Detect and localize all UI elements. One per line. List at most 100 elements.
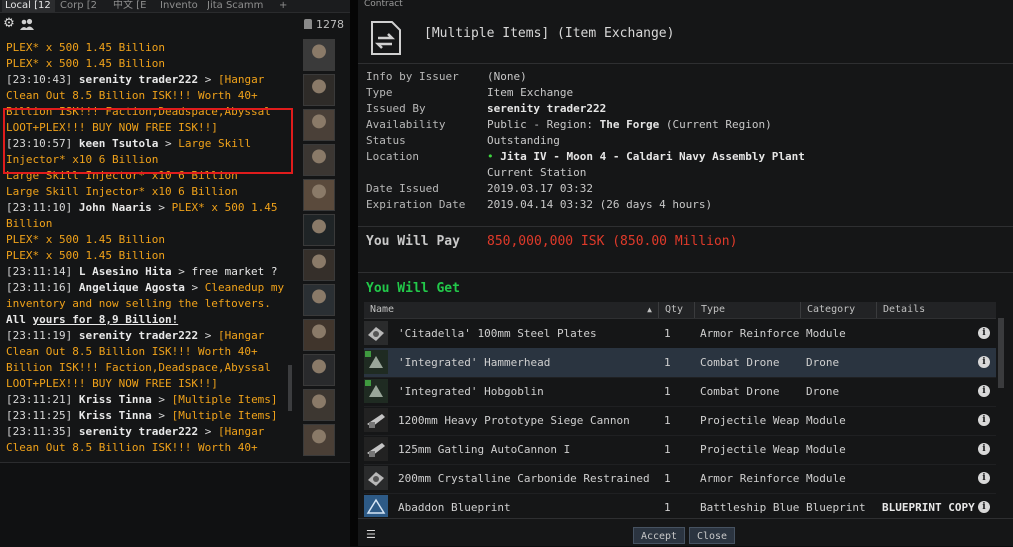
avatar[interactable] bbox=[303, 179, 335, 211]
info-icon[interactable]: i bbox=[978, 385, 990, 397]
accept-button[interactable]: Accept bbox=[633, 527, 685, 544]
pay-label: You Will Pay bbox=[366, 234, 460, 249]
chat-message: PLEX* x 500 1.45 Billion bbox=[6, 248, 292, 264]
info-icon[interactable]: i bbox=[978, 327, 990, 339]
issuer-link[interactable]: serenity trader222 bbox=[487, 101, 606, 117]
chat-message: PLEX* x 500 1.45 Billion bbox=[6, 56, 292, 72]
header-divider bbox=[358, 63, 1013, 64]
chat-sender[interactable]: L Asesino Hita bbox=[79, 265, 172, 278]
pay-divider bbox=[358, 226, 1013, 227]
avatar[interactable] bbox=[303, 284, 335, 316]
cannon-icon bbox=[364, 408, 388, 432]
chat-link[interactable]: PLEX* x 500 1.45 Billion bbox=[6, 57, 165, 70]
tab-add-button[interactable]: + bbox=[279, 0, 289, 12]
col-type[interactable]: Type bbox=[694, 302, 800, 318]
col-qty[interactable]: Qty bbox=[658, 302, 694, 318]
table-row[interactable]: 1200mm Heavy Prototype Siege Cannon 1 Proj… bbox=[364, 406, 996, 436]
location-link[interactable]: Jita IV - Moon 4 - Caldari Navy Assembly… bbox=[500, 150, 805, 163]
chat-sender[interactable]: Angelique Agosta bbox=[79, 281, 185, 294]
info-icon[interactable]: i bbox=[978, 443, 990, 455]
item-details bbox=[882, 319, 992, 348]
chat-link[interactable]: [Multiple Items] bbox=[172, 409, 278, 422]
chat-timestamp: > bbox=[171, 265, 192, 278]
close-button[interactable]: Close bbox=[689, 527, 735, 544]
info-icon[interactable]: i bbox=[978, 472, 990, 484]
chat-link[interactable]: PLEX* x 500 1.45 Billion bbox=[6, 41, 165, 54]
location-label: Location bbox=[366, 150, 419, 163]
footer-divider bbox=[358, 518, 1013, 519]
item-category: Module bbox=[806, 327, 846, 340]
chat-sender[interactable]: Kriss Tinna bbox=[79, 409, 152, 422]
table-row[interactable]: 'Citadella' 100mm Steel Plates 1 Armor Rei… bbox=[364, 319, 996, 349]
chat-sender[interactable]: John Naaris bbox=[79, 201, 152, 214]
item-qty: 1 bbox=[664, 327, 671, 340]
region-link[interactable]: The Forge bbox=[600, 118, 660, 131]
avatar[interactable] bbox=[303, 249, 335, 281]
chat-input[interactable] bbox=[0, 462, 350, 547]
table-scrollbar[interactable] bbox=[998, 318, 1004, 388]
tab-corp[interactable]: Corp [2 bbox=[60, 0, 102, 12]
chat-link[interactable]: PLEX* x 500 1.45 Billion bbox=[6, 249, 165, 262]
chat-link[interactable]: PLEX* x 500 1.45 Billion bbox=[6, 233, 165, 246]
avatar[interactable] bbox=[303, 319, 335, 351]
item-qty: 1 bbox=[664, 356, 671, 369]
drone-icon bbox=[364, 350, 388, 374]
chat-link[interactable]: Large Skill Injector* x10 6 Billion bbox=[6, 185, 238, 198]
item-details bbox=[882, 435, 992, 464]
type-value: Item Exchange bbox=[487, 86, 574, 99]
info-icon[interactable]: i bbox=[978, 356, 990, 368]
gear-icon[interactable]: ⚙ bbox=[2, 17, 16, 31]
item-name: 'Citadella' 100mm Steel Plates bbox=[398, 327, 597, 340]
chat-sender[interactable]: serenity trader222 bbox=[79, 73, 198, 86]
tab-jita-scam[interactable]: Jita Scamm bbox=[207, 0, 265, 12]
drone-icon bbox=[364, 379, 388, 403]
pay-value: 850,000,000 ISK (850.00 Million) bbox=[487, 234, 738, 249]
chat-message: [23:11:21] Kriss Tinna > [Multiple Items… bbox=[6, 392, 292, 408]
members-icon[interactable] bbox=[20, 17, 34, 31]
tab-chinese[interactable]: 中文 [E bbox=[113, 0, 153, 12]
chat-scrollbar[interactable] bbox=[288, 365, 292, 411]
chat-timestamp: > bbox=[151, 393, 172, 406]
contract-window: Contract [Multiple Items] (Item Exchange… bbox=[358, 0, 1013, 546]
security-dot-icon: • bbox=[487, 150, 494, 163]
avatar[interactable] bbox=[303, 109, 335, 141]
info-icon[interactable]: i bbox=[978, 501, 990, 513]
avatar[interactable] bbox=[303, 424, 335, 456]
avatar[interactable] bbox=[303, 389, 335, 421]
info-value: (None) bbox=[487, 70, 527, 83]
chat-timestamp: > bbox=[198, 329, 218, 342]
table-row[interactable]: 'Integrated' Hammerhead 1 Combat Drone Dron… bbox=[364, 348, 996, 378]
chat-timestamp: [23:11:14] bbox=[6, 265, 79, 278]
col-details[interactable]: Details bbox=[876, 302, 996, 318]
item-qty: 1 bbox=[664, 385, 671, 398]
tab-inventory[interactable]: Invento bbox=[160, 0, 202, 12]
avatar[interactable] bbox=[303, 144, 335, 176]
table-row[interactable]: 'Integrated' Hobgoblin 1 Combat Drone Drone… bbox=[364, 377, 996, 407]
item-name: 'Integrated' Hobgoblin bbox=[398, 385, 544, 398]
avatar[interactable] bbox=[303, 74, 335, 106]
info-icon[interactable]: i bbox=[978, 414, 990, 426]
table-row[interactable]: Abaddon Blueprint 1 Battleship Bluepri Blue… bbox=[364, 493, 996, 517]
chat-message: Large Skill Injector* x10 6 Billion bbox=[6, 184, 292, 200]
item-type: Combat Drone bbox=[700, 356, 780, 369]
item-qty: 1 bbox=[664, 414, 671, 427]
col-category[interactable]: Category bbox=[800, 302, 876, 318]
chat-sender[interactable]: serenity trader222 bbox=[79, 329, 198, 342]
table-header: Name ▲ Qty Type Category Details bbox=[364, 302, 996, 319]
avatar[interactable] bbox=[303, 214, 335, 246]
chat-window: Local [12 Corp [2 中文 [E Invento Jita Sca… bbox=[0, 0, 350, 547]
menu-icon[interactable]: ☰ bbox=[366, 529, 377, 540]
avatar[interactable] bbox=[303, 354, 335, 386]
blueprint-icon bbox=[364, 495, 388, 517]
chat-sender[interactable]: serenity trader222 bbox=[79, 425, 198, 438]
item-details bbox=[882, 348, 992, 377]
chat-link[interactable]: [Multiple Items] bbox=[172, 393, 278, 406]
table-row[interactable]: 125mm Gatling AutoCannon I 1 Projectile We… bbox=[364, 435, 996, 465]
col-name[interactable]: Name ▲ bbox=[364, 302, 658, 318]
chat-sender[interactable]: Kriss Tinna bbox=[79, 393, 152, 406]
avatar[interactable] bbox=[303, 39, 335, 71]
tab-local[interactable]: Local [12 bbox=[2, 0, 55, 12]
cannon-icon bbox=[364, 437, 388, 461]
table-row[interactable]: 200mm Crystalline Carbonide Restrained P… bbox=[364, 464, 996, 494]
item-category: Module bbox=[806, 443, 846, 456]
